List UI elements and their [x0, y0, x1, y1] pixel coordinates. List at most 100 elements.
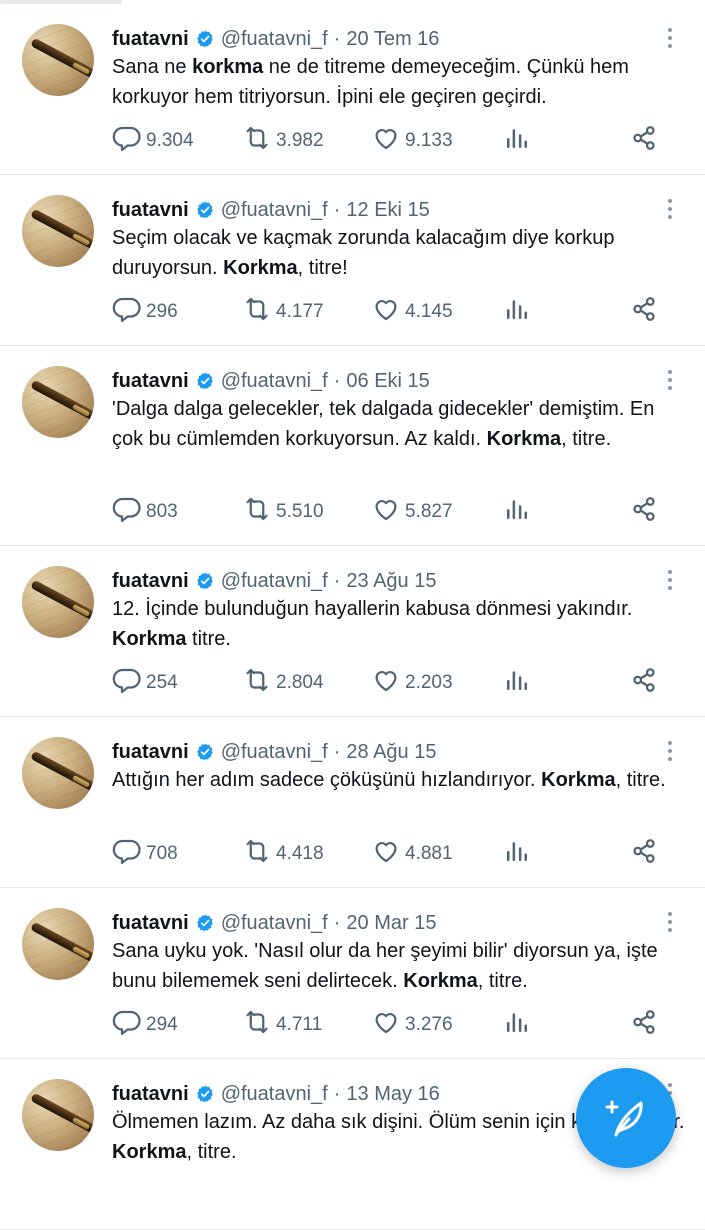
author-name[interactable]: fuatavni: [112, 570, 189, 593]
tweet-date[interactable]: 20 Mar 15: [346, 912, 436, 935]
tweet-date[interactable]: 20 Tem 16: [346, 28, 439, 51]
share-button[interactable]: [629, 297, 663, 327]
share-button[interactable]: [629, 1010, 663, 1040]
author-name[interactable]: fuatavni: [112, 199, 189, 222]
avatar[interactable]: [22, 24, 94, 96]
author-name[interactable]: fuatavni: [112, 28, 189, 51]
tweet-card[interactable]: fuatavni @fuatavni_f · 12 Eki 15 Seçim olaca…: [0, 175, 705, 346]
avatar[interactable]: [22, 566, 94, 638]
avatar[interactable]: [22, 366, 94, 438]
like-button[interactable]: 4.881: [371, 839, 453, 869]
tweet-text-segment: Sana ne: [112, 56, 193, 78]
reply-button[interactable]: 294: [112, 1010, 178, 1040]
author-handle[interactable]: @fuatavni_f: [221, 199, 328, 222]
like-button[interactable]: 2.203: [371, 668, 453, 698]
tweet-text-bold: korkma: [192, 56, 264, 78]
retweet-button[interactable]: 4.711: [242, 1010, 322, 1040]
tweet-date[interactable]: 12 Eki 15: [346, 199, 429, 222]
retweet-button[interactable]: 5.510: [242, 497, 324, 527]
tweet-text: Seçim olacak ve kaçmak zorunda kalacağım…: [112, 223, 687, 283]
tweet-header: fuatavni @fuatavni_f · 12 Eki 15: [112, 195, 645, 225]
author-handle[interactable]: @fuatavni_f: [221, 570, 328, 593]
author-handle[interactable]: @fuatavni_f: [221, 1083, 328, 1106]
avatar[interactable]: [22, 908, 94, 980]
tweet-header: fuatavni @fuatavni_f · 06 Eki 15: [112, 366, 645, 396]
likes-count: 3.276: [405, 1014, 453, 1035]
like-button[interactable]: 9.133: [371, 126, 453, 156]
share-button[interactable]: [629, 126, 663, 156]
author-handle[interactable]: @fuatavni_f: [221, 741, 328, 764]
likes-count: 9.133: [405, 130, 453, 151]
tweet-text: 12. İçinde bulunduğun hayallerin kabusa …: [112, 594, 687, 654]
heart-icon: [371, 1007, 405, 1043]
more-vertical-icon[interactable]: [665, 370, 675, 396]
views-button[interactable]: [502, 668, 536, 698]
retweet-button[interactable]: 2.804: [242, 668, 324, 698]
more-vertical-icon[interactable]: [665, 199, 675, 225]
share-button[interactable]: [629, 497, 663, 527]
retweets-count: 4.177: [276, 301, 324, 322]
retweet-button[interactable]: 4.418: [242, 839, 324, 869]
share-button[interactable]: [629, 668, 663, 698]
views-button[interactable]: [502, 297, 536, 327]
reply-button[interactable]: 803: [112, 497, 178, 527]
replies-count: 803: [146, 501, 178, 522]
reply-button[interactable]: 296: [112, 297, 178, 327]
avatar[interactable]: [22, 195, 94, 267]
replies-count: 296: [146, 301, 178, 322]
separator-dot: ·: [333, 740, 341, 763]
views-button[interactable]: [502, 1010, 536, 1040]
author-name[interactable]: fuatavni: [112, 1083, 189, 1106]
verified-badge-icon: [195, 571, 215, 591]
avatar[interactable]: [22, 1079, 94, 1151]
like-button[interactable]: 3.276: [371, 1010, 453, 1040]
tweet-date[interactable]: 28 Ağu 15: [346, 741, 436, 764]
reply-icon: [112, 123, 146, 159]
tweet-card[interactable]: fuatavni @fuatavni_f · 28 Ağu 15 Attığın her…: [0, 717, 705, 888]
more-vertical-icon[interactable]: [665, 741, 675, 767]
author-handle[interactable]: @fuatavni_f: [221, 912, 328, 935]
author-handle[interactable]: @fuatavni_f: [221, 370, 328, 393]
reply-icon: [112, 1007, 146, 1043]
tweet-card[interactable]: fuatavni @fuatavni_f · 20 Mar 15 Sana uyku y…: [0, 888, 705, 1059]
tweet-text-segment: , titre.: [477, 970, 528, 992]
share-button[interactable]: [629, 839, 663, 869]
like-button[interactable]: 5.827: [371, 497, 453, 527]
tweet-card[interactable]: fuatavni @fuatavni_f · 20 Tem 16 Sana ne kor…: [0, 4, 705, 175]
reply-button[interactable]: 254: [112, 668, 178, 698]
tweet-date[interactable]: 23 Ağu 15: [346, 570, 436, 593]
tweet-actions: 296 4.177 4.145: [112, 297, 672, 327]
timeline-feed[interactable]: fuatavni @fuatavni_f · 20 Tem 16 Sana ne kor…: [0, 4, 705, 1230]
retweet-button[interactable]: 3.982: [242, 126, 324, 156]
likes-count: 2.203: [405, 672, 453, 693]
replies-count: 708: [146, 843, 178, 864]
verified-badge-icon: [195, 742, 215, 762]
views-button[interactable]: [502, 497, 536, 527]
author-name[interactable]: fuatavni: [112, 912, 189, 935]
compose-button[interactable]: [576, 1068, 676, 1168]
like-button[interactable]: 4.145: [371, 297, 453, 327]
replies-count: 254: [146, 672, 178, 693]
avatar[interactable]: [22, 737, 94, 809]
share-icon: [629, 836, 663, 872]
author-handle[interactable]: @fuatavni_f: [221, 28, 328, 51]
author-name[interactable]: fuatavni: [112, 370, 189, 393]
reply-button[interactable]: 708: [112, 839, 178, 869]
views-button[interactable]: [502, 839, 536, 869]
tweet-date[interactable]: 06 Eki 15: [346, 370, 429, 393]
likes-count: 5.827: [405, 501, 453, 522]
more-vertical-icon[interactable]: [665, 28, 675, 54]
retweet-button[interactable]: 4.177: [242, 297, 324, 327]
tweet-text: Sana ne korkma ne de titreme demeyeceğim…: [112, 52, 687, 112]
more-vertical-icon[interactable]: [665, 570, 675, 596]
verified-badge-icon: [195, 29, 215, 49]
tweet-text: Sana uyku yok. 'Nasıl olur da her şeyimi…: [112, 936, 687, 996]
views-button[interactable]: [502, 126, 536, 156]
tweet-date[interactable]: 13 May 16: [346, 1083, 439, 1106]
reply-button[interactable]: 9.304: [112, 126, 194, 156]
author-name[interactable]: fuatavni: [112, 741, 189, 764]
verified-badge-icon: [195, 1084, 215, 1104]
tweet-card[interactable]: fuatavni @fuatavni_f · 06 Eki 15 'Dalga dalg…: [0, 346, 705, 546]
tweet-card[interactable]: fuatavni @fuatavni_f · 23 Ağu 15 12. İçinde …: [0, 546, 705, 717]
more-vertical-icon[interactable]: [665, 912, 675, 938]
